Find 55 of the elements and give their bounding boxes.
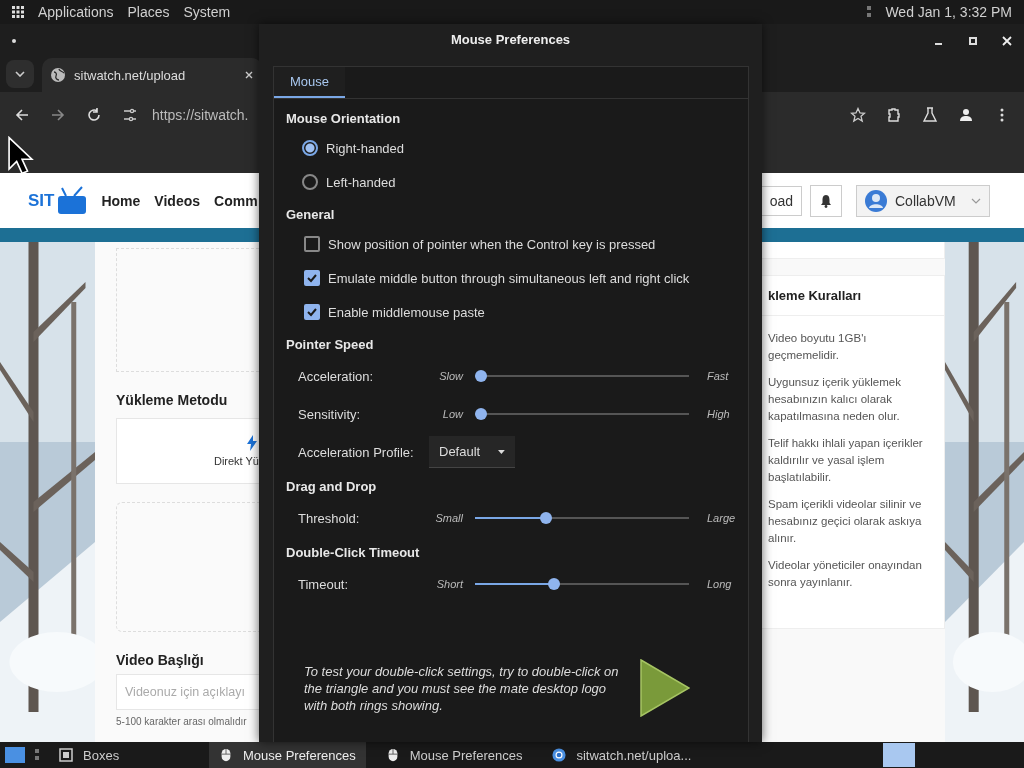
user-menu-button[interactable]: CollabVM [856,184,990,217]
rule-text: Video boyutu 1GB'ı geçmemelidir. [768,331,868,363]
checkbox-label[interactable]: Show position of pointer when the Control key is pressed [328,236,656,252]
upload-button[interactable]: oad [761,185,802,216]
nav-link[interactable]: Comm [214,192,258,209]
rule-text: Telif hakkı ihlali yapan içerikler kaldırılır ve yasal işlem başlatılabilir. [768,436,924,485]
url-text[interactable]: https://sitwatch. [152,106,249,123]
panel-menu[interactable]: Applications [38,4,114,20]
taskbar-item[interactable]: Boxes [49,742,199,768]
tab[interactable]: Mouse [274,67,346,98]
section-heading: General [286,207,336,224]
title-input[interactable]: Videonuz için açıklayı [116,674,259,710]
slider-max-label: Long [707,578,732,590]
window-title: Mouse Preferences [450,32,571,47]
slider-min-label: Small [434,512,463,524]
browser-tab[interactable]: sitwatch.net/upload [42,58,262,93]
taskbar-item[interactable]: sitwatch.net/uploa... [542,742,702,768]
radio-label[interactable]: Left-handed [326,174,396,190]
slider-min-label: Short [435,578,463,590]
panel-menu[interactable]: System [183,4,231,20]
slider-label: Acceleration: [298,368,375,384]
slider-label: Threshold: [298,510,361,526]
logo-text[interactable]: SIT [28,190,55,211]
slider-max-label: Fast [707,370,729,382]
rule-text: Uygunsuz içerik yüklemek hesabınızın kalıcı olarak kapatılmasına neden olur. [768,375,902,424]
field-label: Video Başlığı [116,652,205,668]
rule-text: Videolar yöneticiler onayından sonra yayınlanır. [768,558,923,590]
checkbox-label[interactable]: Emulate middle button through simultaneous left and right click [328,270,690,286]
taskbar-item[interactable]: Mouse Preferences [209,742,366,768]
section-heading: Double-Click Timeout [286,545,421,562]
profile-dropdown[interactable]: Default [429,436,515,468]
slider-max-label: High [707,408,730,420]
section-heading: Mouse Orientation [286,111,402,128]
field-hint: 5-100 karakter arası olmalıdır [116,716,248,727]
rule-text: Spam içerikli videolar silinir ve hesabınız geçici olarak askıya alınır. [768,497,923,546]
taskbar-item[interactable]: Mouse Preferences [375,742,533,768]
upload-method-card[interactable]: Direkt Yü [116,418,259,484]
slider-min-label: Slow [438,370,463,382]
slider-label: Sensitivity: [298,406,362,422]
nav-link[interactable]: Videos [154,192,200,209]
tab-title: sitwatch.net/upload [74,67,187,83]
clock[interactable]: Wed Jan 1, 3:32 PM [885,4,1012,20]
combo-label: Acceleration Profile: [298,444,415,460]
slider-min-label: Low [441,408,463,420]
radio-label[interactable]: Right-handed [326,140,405,156]
panel-menu[interactable]: Places [127,4,170,20]
nav-link[interactable]: Home [101,192,141,209]
section-heading: Pointer Speed [286,337,375,354]
section-heading: Yükleme Metodu [116,392,229,408]
checkbox-label[interactable]: Enable middlemouse paste [328,304,485,320]
test-instructions: To test your double-click settings, try to double-click on the triangle and you must see the mate desktop logo with both rings showing. [304,662,620,714]
option-label: Direkt Yü [213,455,259,467]
slider-max-label: Large [707,512,736,524]
slider-label: Timeout: [298,576,350,592]
section-heading: Drag and Drop [286,479,378,496]
